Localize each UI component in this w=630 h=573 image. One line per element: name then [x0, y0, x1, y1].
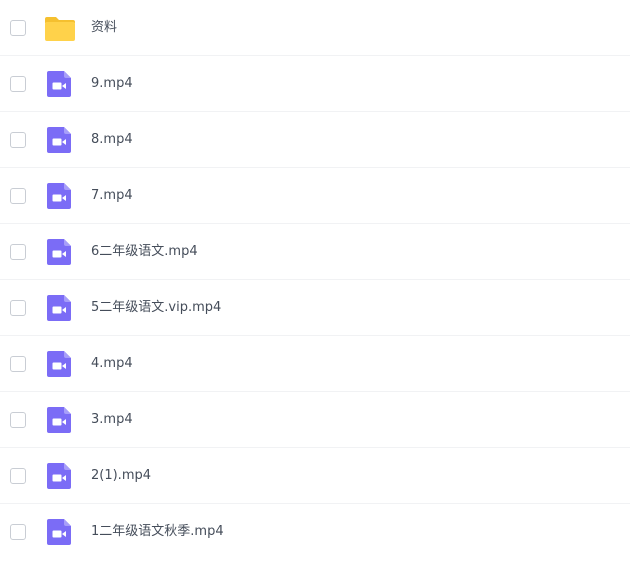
- file-name[interactable]: 7.mp4: [91, 187, 133, 205]
- file-name[interactable]: 9.mp4: [91, 75, 133, 93]
- video-file-icon: [44, 125, 74, 155]
- file-name[interactable]: 4.mp4: [91, 355, 133, 373]
- file-name[interactable]: 8.mp4: [91, 131, 133, 149]
- row-checkbox[interactable]: [10, 19, 26, 36]
- file-name[interactable]: 3.mp4: [91, 411, 133, 429]
- list-item-file[interactable]: 9.mp4: [0, 56, 630, 112]
- list-item-file[interactable]: 1二年级语文秋季.mp4: [0, 504, 630, 560]
- list-item-file[interactable]: 8.mp4: [0, 112, 630, 168]
- file-name[interactable]: 6二年级语文.mp4: [91, 243, 198, 261]
- video-file-icon: [44, 181, 74, 211]
- file-name[interactable]: 2(1).mp4: [91, 467, 151, 485]
- video-file-icon: [44, 517, 74, 547]
- video-file-icon: [44, 405, 74, 435]
- row-checkbox[interactable]: [10, 467, 26, 484]
- list-item-file[interactable]: 5二年级语文.vip.mp4: [0, 280, 630, 336]
- row-checkbox[interactable]: [10, 131, 26, 148]
- video-file-icon: [44, 69, 74, 99]
- row-checkbox[interactable]: [10, 355, 26, 372]
- row-checkbox[interactable]: [10, 243, 26, 260]
- row-checkbox[interactable]: [10, 75, 26, 92]
- file-name[interactable]: 5二年级语文.vip.mp4: [91, 299, 221, 317]
- row-checkbox[interactable]: [10, 299, 26, 316]
- row-checkbox[interactable]: [10, 187, 26, 204]
- file-name[interactable]: 1二年级语文秋季.mp4: [91, 523, 224, 541]
- list-item-file[interactable]: 7.mp4: [0, 168, 630, 224]
- video-file-icon: [44, 293, 74, 323]
- list-item-file[interactable]: 3.mp4: [0, 392, 630, 448]
- file-name[interactable]: 资料: [91, 19, 117, 37]
- row-checkbox[interactable]: [10, 524, 26, 540]
- folder-icon: [44, 13, 75, 43]
- video-file-icon: [44, 237, 74, 267]
- video-file-icon: [44, 461, 74, 491]
- list-item-file[interactable]: 2(1).mp4: [0, 448, 630, 504]
- list-item-folder[interactable]: 资料: [0, 0, 630, 56]
- video-file-icon: [44, 349, 74, 379]
- list-item-file[interactable]: 4.mp4: [0, 336, 630, 392]
- file-list: 资料 9.mp4 8.mp4 7.mp4 6二年级语文.mp4 5二年级语文.v…: [0, 0, 630, 560]
- row-checkbox[interactable]: [10, 411, 26, 428]
- list-item-file[interactable]: 6二年级语文.mp4: [0, 224, 630, 280]
